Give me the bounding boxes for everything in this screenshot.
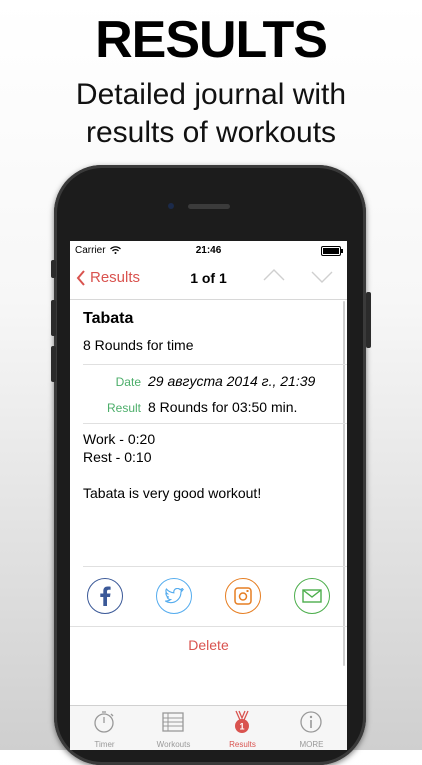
twitter-icon: [164, 588, 184, 604]
medal-icon: 1: [235, 710, 249, 733]
notes-line: Tabata is very good workout!: [83, 485, 262, 501]
tab-bar: Timer Workouts 1 Results MORE: [70, 705, 347, 750]
power-button: [366, 292, 371, 348]
notes-line: [83, 466, 261, 484]
tab-more[interactable]: MORE: [277, 706, 346, 750]
status-bar: Carrier 21:46: [70, 241, 347, 261]
battery-icon: [321, 246, 343, 256]
divider: [83, 364, 347, 365]
tab-results[interactable]: 1 Results: [208, 706, 277, 750]
promo-subline: Detailed journal with results of workout…: [0, 76, 422, 152]
instagram-icon: [234, 587, 252, 605]
front-camera: [168, 203, 174, 209]
workout-title: Tabata: [83, 310, 134, 327]
facebook-share-button[interactable]: [87, 578, 123, 614]
phone-screen: Carrier 21:46 Results 1 of 1 Tabata 8 Ro…: [70, 241, 347, 750]
promo-subline-2: results of workouts: [85, 116, 337, 149]
notes-line: Work - 0:20: [83, 431, 156, 447]
promo-headline: RESULTS: [95, 11, 328, 69]
promo-subline-1: Detailed journal with: [75, 78, 347, 111]
volume-up-button: [51, 300, 56, 336]
notes-line: Rest - 0:10: [83, 449, 152, 465]
result-label: Result: [106, 401, 141, 415]
navigation-bar: Results 1 of 1: [70, 261, 347, 300]
stopwatch-icon: [94, 711, 114, 733]
status-time: 21:46: [195, 245, 222, 256]
twitter-share-button[interactable]: [156, 578, 192, 614]
mail-share-button[interactable]: [294, 578, 330, 614]
divider: [83, 423, 347, 424]
tab-workouts[interactable]: Workouts: [139, 706, 208, 750]
chevron-up-icon[interactable]: [262, 268, 286, 282]
divider: [83, 566, 347, 567]
page-title: 1 of 1: [190, 270, 227, 286]
share-row: [70, 578, 347, 618]
chevron-down-icon[interactable]: [310, 270, 334, 284]
mute-switch: [51, 260, 56, 278]
date-value: 29 августа 2014 г., 21:39: [148, 373, 316, 389]
volume-down-button: [51, 346, 56, 382]
workout-subtitle: 8 Rounds for time: [83, 337, 194, 353]
tab-label: MORE: [299, 740, 324, 749]
workout-notes: Work - 0:20 Rest - 0:10 Tabata is very g…: [83, 430, 261, 502]
tab-label: Timer: [94, 740, 115, 749]
tab-label: Results: [229, 740, 256, 749]
facebook-icon: [100, 586, 111, 606]
svg-text:1: 1: [239, 722, 244, 732]
result-value: 8 Rounds for 03:50 min.: [148, 399, 298, 415]
tab-label: Workouts: [156, 740, 191, 749]
date-label: Date: [115, 375, 141, 389]
delete-button[interactable]: Delete: [70, 637, 347, 653]
earpiece-speaker: [188, 204, 230, 209]
instagram-share-button[interactable]: [225, 578, 261, 614]
list-icon: [162, 712, 184, 732]
divider: [70, 626, 347, 627]
mail-icon: [302, 589, 322, 603]
info-icon: [300, 711, 322, 733]
tab-timer[interactable]: Timer: [70, 706, 139, 750]
